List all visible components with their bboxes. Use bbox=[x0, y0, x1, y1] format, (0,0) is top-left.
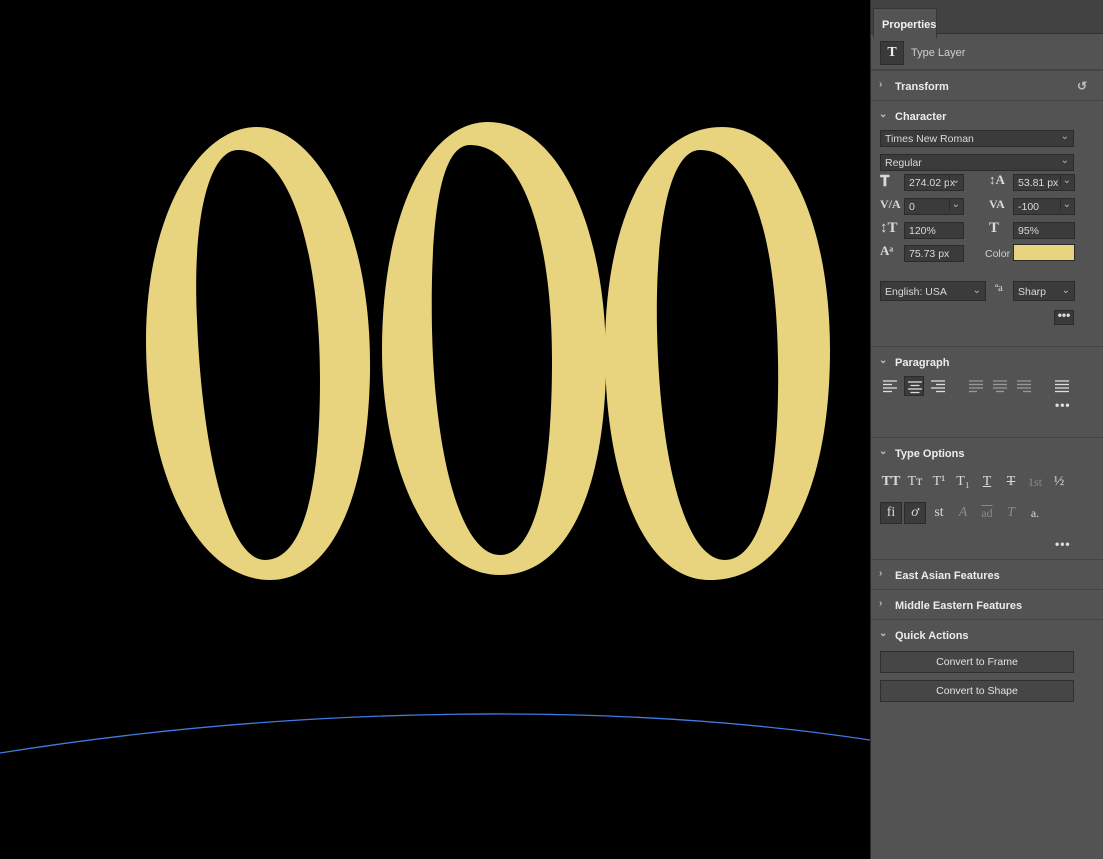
titling-alternates-button[interactable]: T bbox=[1000, 502, 1022, 524]
chevron-down-icon: ⌄ bbox=[948, 175, 960, 186]
chevron-down-icon: ⌄ bbox=[1059, 199, 1071, 210]
layer-type-label: Type Layer bbox=[911, 47, 966, 59]
quick-actions-body: Convert to Frame Convert to Shape bbox=[871, 649, 1103, 719]
tracking-field[interactable]: -100 ⌄ bbox=[1013, 198, 1075, 215]
leading-icon: ↕A bbox=[989, 172, 1005, 187]
glyph-zero-2 bbox=[382, 122, 606, 575]
superscript-button[interactable]: T¹ bbox=[928, 471, 950, 493]
justify-last-right-button[interactable] bbox=[1014, 376, 1034, 396]
layer-type-row: T Type Layer bbox=[871, 34, 1103, 70]
swash-button[interactable]: A bbox=[952, 502, 974, 524]
section-title: Middle Eastern Features bbox=[895, 600, 1023, 612]
standard-ligatures-button[interactable]: fi bbox=[880, 502, 902, 524]
section-title: Type Options bbox=[895, 448, 965, 460]
type-options-more-button[interactable]: ••• bbox=[1055, 537, 1071, 551]
convert-to-frame-button[interactable]: Convert to Frame bbox=[880, 651, 1074, 673]
justify-last-center-button[interactable] bbox=[990, 376, 1010, 396]
justify-last-left-button[interactable] bbox=[966, 376, 986, 396]
vertical-scale-field[interactable]: 120% bbox=[904, 222, 964, 239]
kerning-icon: V/A bbox=[880, 197, 901, 211]
chevron-right-icon: › bbox=[879, 598, 883, 609]
vertical-scale-icon: ↕T bbox=[880, 220, 898, 236]
fractions-button[interactable]: ½ bbox=[1048, 471, 1070, 493]
justify-all-button[interactable] bbox=[1052, 376, 1072, 396]
section-quick-actions[interactable]: ⌄ Quick Actions bbox=[871, 619, 1103, 649]
chevron-down-icon: ⌄ bbox=[1060, 131, 1069, 142]
baseline-shift-field[interactable]: 75.73 px bbox=[904, 245, 964, 262]
kerning-field[interactable]: 0 ⌄ bbox=[904, 198, 964, 215]
subscript-button[interactable]: T₁ bbox=[952, 471, 974, 493]
leading-field[interactable]: 53.81 px ⌄ bbox=[1013, 174, 1075, 191]
antialias-select[interactable]: Sharp ⌄ bbox=[1013, 281, 1075, 301]
glyph-zero-3 bbox=[605, 127, 830, 580]
character-body: Times New Roman ⌄ Regular ⌄ 𝐓 274.02 px … bbox=[871, 130, 1103, 350]
ordinals-button[interactable]: 1st bbox=[1024, 471, 1046, 493]
chevron-down-icon: ⌄ bbox=[1060, 155, 1069, 166]
properties-panel: Properties T Type Layer › Transform ↺ ⌄ … bbox=[870, 0, 1103, 859]
language-select[interactable]: English: USA ⌄ bbox=[880, 281, 986, 301]
section-middle-eastern-features[interactable]: › Middle Eastern Features bbox=[871, 589, 1103, 619]
section-title: East Asian Features bbox=[895, 570, 1000, 582]
align-left-button[interactable] bbox=[880, 376, 900, 396]
align-right-button[interactable] bbox=[928, 376, 948, 396]
chevron-down-icon: ⌄ bbox=[879, 109, 888, 120]
type-options-body: TT Tт T¹ T₁ T T 1st ½ fi ơ st A ad T a. … bbox=[871, 467, 1103, 559]
small-caps-button[interactable]: Tт bbox=[904, 471, 926, 493]
baseline-shift-icon: Aᵃ bbox=[880, 243, 894, 258]
canvas-artwork bbox=[0, 122, 870, 754]
discretionary-ligatures-button[interactable]: st bbox=[928, 502, 950, 524]
chevron-down-icon: ⌄ bbox=[879, 628, 888, 639]
text-color-swatch[interactable] bbox=[1013, 244, 1075, 261]
paragraph-more-button[interactable]: ••• bbox=[1055, 398, 1071, 412]
section-title: Quick Actions bbox=[895, 630, 969, 642]
font-family-select[interactable]: Times New Roman ⌄ bbox=[880, 130, 1074, 147]
font-style-select[interactable]: Regular ⌄ bbox=[880, 154, 1074, 171]
underline-button[interactable]: T bbox=[976, 471, 998, 493]
glyph-zero-1 bbox=[146, 127, 371, 580]
section-transform[interactable]: › Transform ↺ bbox=[871, 70, 1103, 100]
antialias-icon: ªa bbox=[995, 282, 1003, 294]
horizontal-scale-icon: T bbox=[989, 220, 1000, 236]
section-paragraph[interactable]: ⌄ Paragraph bbox=[871, 346, 1103, 376]
chevron-down-icon: ⌄ bbox=[948, 199, 960, 210]
chevron-down-icon: ⌄ bbox=[1061, 285, 1070, 296]
text-path-curve bbox=[0, 713, 870, 754]
strikethrough-button[interactable]: T bbox=[1000, 471, 1022, 493]
chevron-down-icon: ⌄ bbox=[972, 285, 981, 296]
tracking-icon: VA bbox=[989, 197, 1005, 211]
section-title: Character bbox=[895, 111, 947, 123]
section-character[interactable]: ⌄ Character bbox=[871, 100, 1103, 130]
contextual-alternates-button[interactable]: ơ bbox=[904, 502, 926, 524]
color-label: Color bbox=[985, 248, 1011, 260]
section-east-asian-features[interactable]: › East Asian Features bbox=[871, 559, 1103, 589]
align-center-button[interactable] bbox=[904, 376, 924, 396]
chevron-right-icon: › bbox=[879, 79, 883, 90]
chevron-down-icon: ⌄ bbox=[1059, 175, 1071, 186]
ordinal-button[interactable]: a. bbox=[1024, 502, 1046, 524]
all-caps-button[interactable]: TT bbox=[880, 471, 902, 493]
section-title: Paragraph bbox=[895, 357, 950, 369]
panel-tab-bar: Properties bbox=[871, 4, 1103, 38]
chevron-down-icon: ⌄ bbox=[879, 355, 888, 366]
document-canvas[interactable]: 000 bbox=[0, 0, 870, 859]
stylistic-alternates-button[interactable]: ad bbox=[976, 502, 998, 524]
section-title: Transform bbox=[895, 81, 949, 93]
font-size-icon: 𝐓 bbox=[880, 174, 890, 190]
chevron-down-icon: ⌄ bbox=[879, 446, 888, 457]
type-layer-icon: T bbox=[880, 41, 904, 65]
character-more-button[interactable]: ••• bbox=[1054, 309, 1074, 325]
reset-transform-icon[interactable]: ↺ bbox=[1077, 79, 1087, 93]
chevron-right-icon: › bbox=[879, 568, 883, 579]
convert-to-shape-button[interactable]: Convert to Shape bbox=[880, 680, 1074, 702]
horizontal-scale-field[interactable]: 95% bbox=[1013, 222, 1075, 239]
font-size-field[interactable]: 274.02 px ⌄ bbox=[904, 174, 964, 191]
section-type-options[interactable]: ⌄ Type Options bbox=[871, 437, 1103, 467]
paragraph-body: ••• bbox=[871, 376, 1103, 436]
